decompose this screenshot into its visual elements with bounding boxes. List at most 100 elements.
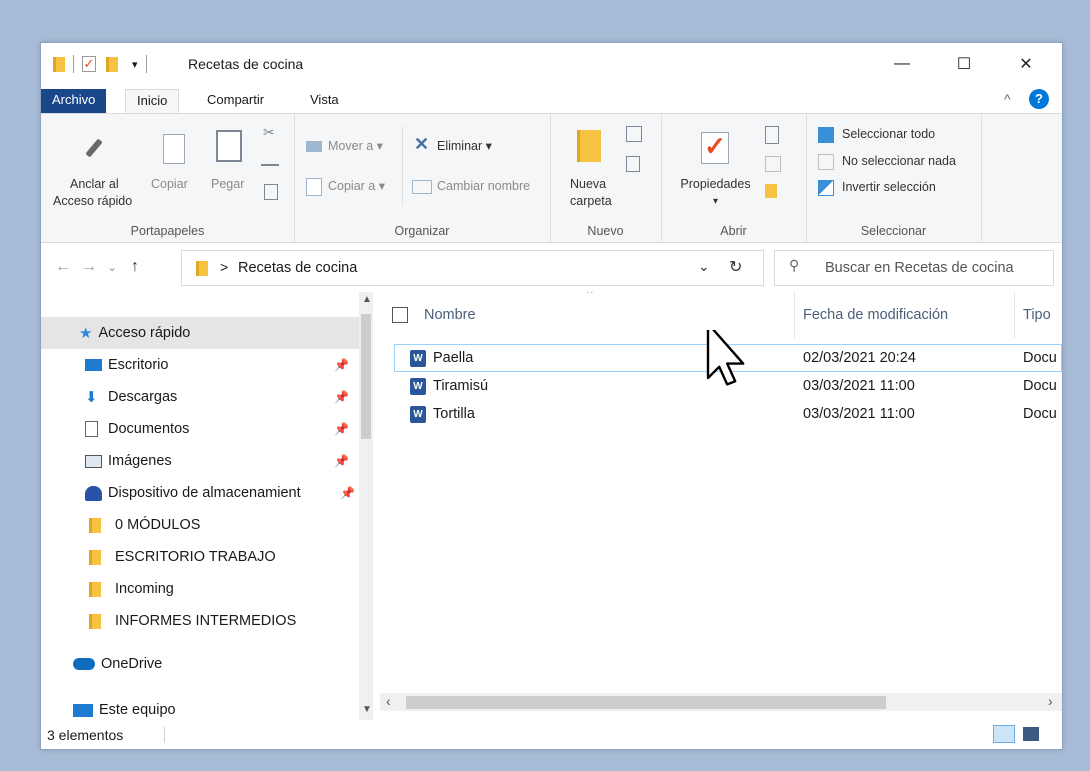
copy-to-button[interactable]: Copiar a ▾ xyxy=(328,178,385,195)
close-button[interactable]: ✕ xyxy=(1003,49,1049,79)
paste-button[interactable]: Pegar xyxy=(211,176,244,193)
horizontal-scrollbar-thumb[interactable] xyxy=(406,696,886,709)
large-icons-view-icon[interactable] xyxy=(1023,727,1039,741)
nav-item-escritorio-trabajo[interactable]: ESCRITORIO TRABAJO xyxy=(41,541,359,573)
group-label-organizar: Organizar xyxy=(394,224,450,238)
nav-scrollbar[interactable]: ▲ ▼ xyxy=(359,292,373,720)
pin-quick-access-button[interactable]: Anclar al Acceso rápido xyxy=(53,176,132,210)
nav-item-documentos[interactable]: Documentos 📌 xyxy=(41,413,359,445)
details-view-icon[interactable] xyxy=(993,725,1015,743)
pin-icon: 📌 xyxy=(340,486,355,500)
scroll-up-icon[interactable]: ▲ xyxy=(362,294,372,305)
breadcrumb-separator[interactable]: > xyxy=(220,259,228,275)
select-all-button[interactable]: Seleccionar todo xyxy=(842,126,935,143)
properties-icon: ✓ xyxy=(701,132,729,164)
scroll-right-icon[interactable]: › xyxy=(1048,693,1053,709)
file-date: 03/03/2021 11:00 xyxy=(803,378,915,394)
help-icon[interactable]: ? xyxy=(1029,89,1049,109)
tab-inicio[interactable]: Inicio xyxy=(125,89,180,113)
invert-selection-button[interactable]: Invertir selección xyxy=(842,179,936,196)
tab-vista[interactable]: Vista xyxy=(299,89,350,113)
tab-archivo[interactable]: Archivo xyxy=(41,89,107,113)
nav-item-descargas[interactable]: ⬇ Descargas 📌 xyxy=(41,381,359,413)
breadcrumb-current[interactable]: Recetas de cocina xyxy=(238,260,357,276)
maximize-button[interactable]: ☐ xyxy=(941,49,987,79)
file-type: Docu xyxy=(1023,378,1057,394)
minimize-button[interactable]: — xyxy=(879,49,925,79)
group-portapapeles: Anclar al Acceso rápido Copiar Pegar ✂ P… xyxy=(41,114,295,242)
properties-button[interactable]: Propiedades ▾ xyxy=(673,176,758,210)
copy-icon xyxy=(163,134,185,164)
recent-locations-button[interactable]: ⌄ xyxy=(107,260,117,274)
cloud-icon xyxy=(73,658,95,670)
forward-button[interactable]: → xyxy=(81,258,97,276)
refresh-button[interactable]: ↻ xyxy=(729,257,742,277)
address-bar[interactable]: > Recetas de cocina ⌄ xyxy=(181,250,764,286)
folder-icon xyxy=(89,613,101,629)
word-document-icon: W xyxy=(410,377,426,395)
new-folder-button[interactable]: Nueva carpeta xyxy=(570,176,612,210)
nav-item-informes[interactable]: INFORMES INTERMEDIOS xyxy=(41,605,359,637)
file-name: Paella xyxy=(433,350,474,366)
folder-icon xyxy=(196,261,208,276)
nav-item-este-equipo[interactable]: Este equipo xyxy=(41,694,359,720)
column-header-type[interactable]: Tipo xyxy=(1014,292,1051,338)
new-folder-icon[interactable] xyxy=(106,56,118,72)
delete-icon: ✕ xyxy=(414,134,430,154)
title-bar: ✓ ▾ Recetas de cocina — ☐ ✕ xyxy=(41,43,1062,85)
folder-icon xyxy=(89,549,101,565)
search-icon: ⚲ xyxy=(789,257,800,273)
navigation-pane: ★ Acceso rápido Escritorio 📌 ⬇ Descargas… xyxy=(41,292,373,720)
delete-button[interactable]: Eliminar ▾ xyxy=(437,138,492,155)
nav-scrollbar-thumb[interactable] xyxy=(361,314,371,439)
search-placeholder: Buscar en Recetas de cocina xyxy=(825,260,1014,276)
properties-check-icon[interactable]: ✓ xyxy=(82,56,96,72)
history-icon[interactable] xyxy=(765,184,777,198)
edit-icon[interactable] xyxy=(765,156,781,172)
nav-item-dispositivo[interactable]: Dispositivo de almacenamient 📌 xyxy=(41,477,359,509)
desktop-icon xyxy=(85,359,102,371)
column-header-date[interactable]: Fecha de modificación xyxy=(794,292,1013,338)
pictures-icon xyxy=(85,454,102,468)
nav-item-imagenes[interactable]: Imágenes 📌 xyxy=(41,445,359,477)
copy-to-icon xyxy=(306,178,322,196)
move-to-button[interactable]: Mover a ▾ xyxy=(328,138,383,155)
pin-icon: 📌 xyxy=(334,422,349,436)
horizontal-scrollbar[interactable]: ‹ › xyxy=(380,693,1062,711)
nav-item-incoming[interactable]: Incoming xyxy=(41,573,359,605)
copy-button[interactable]: Copiar xyxy=(151,176,188,193)
collapse-ribbon-icon[interactable]: ^ xyxy=(1004,91,1011,107)
back-button[interactable]: ← xyxy=(55,258,71,276)
group-abrir: ✓ Propiedades ▾ Abrir xyxy=(661,114,807,242)
paste-icon xyxy=(216,130,242,162)
copy-path-icon[interactable] xyxy=(261,156,279,166)
select-none-icon xyxy=(818,154,834,170)
up-button[interactable]: ↑ xyxy=(131,258,139,276)
item-count: 3 elementos xyxy=(47,727,124,743)
mouse-cursor-icon xyxy=(706,330,745,386)
nav-item-acceso-rapido[interactable]: ★ Acceso rápido xyxy=(41,317,359,349)
nav-item-0-modulos[interactable]: 0 MÓDULOS xyxy=(41,509,359,541)
pin-icon: 📌 xyxy=(334,358,349,372)
paste-shortcut-icon[interactable] xyxy=(264,184,278,200)
new-item-icon[interactable] xyxy=(626,126,642,142)
file-name: Tiramisú xyxy=(433,378,489,394)
customize-qat-icon[interactable]: ▾ xyxy=(132,58,138,71)
scroll-down-icon[interactable]: ▼ xyxy=(362,704,372,715)
move-to-icon xyxy=(306,141,322,152)
group-label-portapapeles: Portapapeles xyxy=(130,224,205,238)
search-box[interactable]: ⚲ Buscar en Recetas de cocina xyxy=(774,250,1054,286)
nav-item-onedrive[interactable]: OneDrive xyxy=(41,648,359,680)
address-dropdown-icon[interactable]: ⌄ xyxy=(698,258,710,275)
rename-button[interactable]: Cambiar nombre xyxy=(437,178,530,195)
select-all-checkbox[interactable] xyxy=(392,307,408,323)
cut-icon[interactable]: ✂ xyxy=(263,124,275,141)
group-organizar: Mover a ▾ Copiar a ▾ ✕ Eliminar ▾ Cambia… xyxy=(294,114,551,242)
easy-access-icon[interactable] xyxy=(626,156,640,172)
nav-item-escritorio[interactable]: Escritorio 📌 xyxy=(41,349,359,381)
open-icon[interactable] xyxy=(765,126,779,144)
select-none-button[interactable]: No seleccionar nada xyxy=(842,153,956,170)
tab-compartir[interactable]: Compartir xyxy=(196,89,275,113)
scroll-left-icon[interactable]: ‹ xyxy=(386,693,391,709)
pin-icon: 📌 xyxy=(334,454,349,468)
